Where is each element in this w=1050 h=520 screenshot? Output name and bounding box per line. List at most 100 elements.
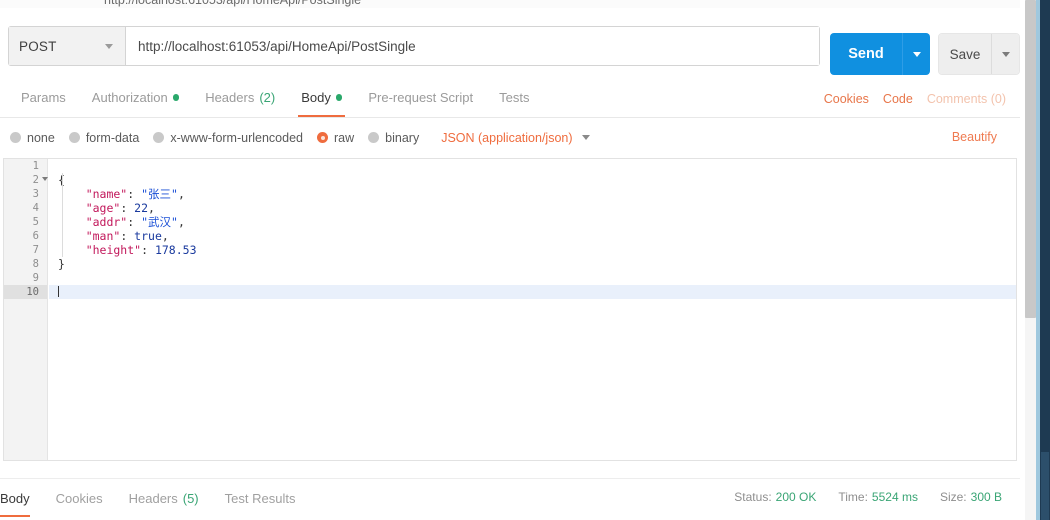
request-bar: POST http://localhost:61053/api/HomeApi/…: [0, 9, 1020, 77]
body-type-row: none form-data x-www-form-urlencoded raw bin…: [0, 121, 1020, 154]
code-token-punc: ,: [177, 187, 185, 201]
text-cursor: [58, 286, 59, 297]
chevron-down-icon: [912, 51, 921, 57]
body-type-label: x-www-form-urlencoded: [170, 130, 303, 145]
editor-code-line[interactable]: [49, 271, 1016, 285]
http-method-label: POST: [19, 38, 57, 54]
vertical-scrollbar-thumb[interactable]: [1025, 0, 1036, 318]
response-tab-test-results[interactable]: Test Results: [212, 483, 309, 517]
editor-code-line[interactable]: "height": 178.53: [49, 243, 1016, 257]
editor-gutter: 1 2 3 4 5 6 7 8 9 10: [4, 159, 48, 460]
radio-button-icon[interactable]: [10, 132, 21, 143]
request-tab-label: Headers: [205, 90, 255, 105]
radio-button-icon[interactable]: [368, 132, 380, 143]
editor-code-line[interactable]: {: [49, 173, 1016, 187]
editor-line-number: 9: [32, 272, 39, 284]
response-meta-value: 300 B: [970, 490, 1002, 504]
editor-code-line[interactable]: [49, 159, 1016, 173]
request-tab-params[interactable]: Params: [8, 80, 79, 117]
request-tab-strip: http://localhost:61053/api/HomeApi/PostS…: [0, 0, 1020, 8]
body-type-radios: none form-data x-www-form-urlencoded raw bin…: [10, 121, 590, 154]
body-type-x-www-form-urlencoded[interactable]: x-www-form-urlencoded: [153, 131, 303, 145]
request-tabs-actions: Cookies Code Comments (0): [824, 80, 1006, 118]
response-tab-body[interactable]: Body: [0, 483, 43, 517]
response-tab-headers[interactable]: Headers (5): [116, 483, 212, 517]
request-tab-body[interactable]: Body: [288, 80, 355, 117]
http-method-select[interactable]: POST: [9, 27, 126, 65]
editor-code-line[interactable]: "age": 22,: [49, 201, 1016, 215]
code-token-punc: :: [120, 229, 135, 243]
response-meta-item: Size: 300 B: [940, 490, 1002, 504]
code-token-key: "man": [58, 229, 121, 243]
status-dot-icon: [335, 94, 343, 101]
code-token-punc: :: [127, 215, 142, 229]
code-token-punc: ,: [161, 229, 169, 243]
body-type-label: none: [27, 130, 55, 145]
body-format-select[interactable]: JSON (application/json): [441, 131, 590, 145]
request-tab-title: http://localhost:61053/api/HomeApi/PostS…: [104, 0, 362, 7]
body-type-form-data[interactable]: form-data: [68, 130, 140, 145]
body-type-label: form-data: [85, 130, 140, 145]
code-token-key: "name": [58, 187, 128, 201]
chevron-down-icon: [1001, 51, 1010, 57]
body-type-raw[interactable]: raw: [317, 131, 354, 145]
send-button[interactable]: Send: [830, 33, 902, 75]
save-options-button[interactable]: [991, 34, 1019, 74]
cookies-link[interactable]: Cookies: [824, 92, 869, 106]
body-editor[interactable]: 123 4 5 6 7 8 910 { "name": "张三", "age": 22, "…: [3, 158, 1017, 461]
editor-line-number: 7: [32, 244, 39, 256]
code-token-punc: ,: [177, 215, 185, 229]
code-token-str: "张三": [141, 187, 178, 201]
code-token-punc: :: [120, 201, 135, 215]
request-tab-authorization[interactable]: Authorization: [79, 80, 192, 117]
response-meta-value: 5524 ms: [871, 490, 918, 504]
url-group: POST http://localhost:61053/api/HomeApi/…: [8, 26, 820, 66]
save-group: Save: [938, 33, 1020, 75]
fold-toggle-icon[interactable]: [42, 177, 48, 181]
code-token-key: "height": [58, 243, 142, 257]
request-tab-tests[interactable]: Tests: [486, 80, 542, 117]
status-dot-icon: [172, 94, 180, 101]
response-meta-value: 200 OK: [775, 490, 817, 504]
editor-code-line[interactable]: "man": true,: [49, 229, 1016, 243]
code-token-key: "age": [58, 201, 121, 215]
postman-request-pane: http://localhost:61053/api/HomeApi/PostS…: [0, 0, 1050, 520]
radio-button-icon[interactable]: [153, 132, 165, 143]
editor-code-line[interactable]: "addr": "武汉",: [49, 215, 1016, 229]
response-meta-label: Status:: [734, 490, 772, 504]
code-token-num: 178.53: [154, 243, 197, 257]
editor-line-number: 6: [32, 230, 39, 242]
code-link[interactable]: Code: [883, 92, 913, 106]
beautify-button[interactable]: Beautify: [952, 130, 997, 144]
response-meta: Status: 200 OK Time: 5524 ms Size: 300 B: [734, 490, 1002, 504]
editor-line-number: 1: [32, 160, 39, 172]
code-token-bool: true: [134, 229, 162, 243]
response-tab-label: Headers: [128, 491, 178, 506]
response-bar: Body Cookies Headers (5) Test Results Status…: [0, 478, 1020, 520]
body-type-none[interactable]: none: [10, 131, 55, 145]
editor-line-number: 2: [4, 173, 48, 187]
response-tab-cookies[interactable]: Cookies: [43, 483, 116, 517]
save-button[interactable]: Save: [939, 34, 991, 74]
code-token-punc: :: [141, 243, 155, 257]
request-tab-count: (2): [259, 90, 276, 105]
editor-code-area[interactable]: { "name": "张三", "age": 22, "addr": "武汉",…: [49, 159, 1016, 460]
response-meta-item: Status: 200 OK: [734, 490, 816, 504]
request-tab-label: Tests: [499, 90, 530, 105]
request-tab-label: Authorization: [91, 90, 168, 105]
comments-link[interactable]: Comments (0): [927, 92, 1006, 106]
response-meta-label: Time:: [838, 490, 868, 504]
request-tab-pre-request-script[interactable]: Pre-request Script: [355, 80, 486, 117]
editor-code-line[interactable]: [49, 285, 1016, 299]
radio-button-icon[interactable]: [68, 132, 80, 143]
request-tabs-list: Params Authorization Headers (2) Body Pre-req…: [8, 80, 542, 118]
editor-code-line[interactable]: }: [49, 257, 1016, 271]
send-options-button[interactable]: [902, 33, 930, 75]
editor-code-line[interactable]: "name": "张三",: [49, 187, 1016, 201]
radio-button-icon[interactable]: [317, 132, 328, 143]
editor-line-number: 8: [32, 258, 39, 270]
url-input[interactable]: http://localhost:61053/api/HomeApi/PostS…: [126, 27, 819, 65]
body-type-binary[interactable]: binary: [368, 131, 419, 145]
request-tab-headers[interactable]: Headers (2): [192, 80, 288, 117]
response-meta-item: Time: 5524 ms: [838, 490, 918, 504]
